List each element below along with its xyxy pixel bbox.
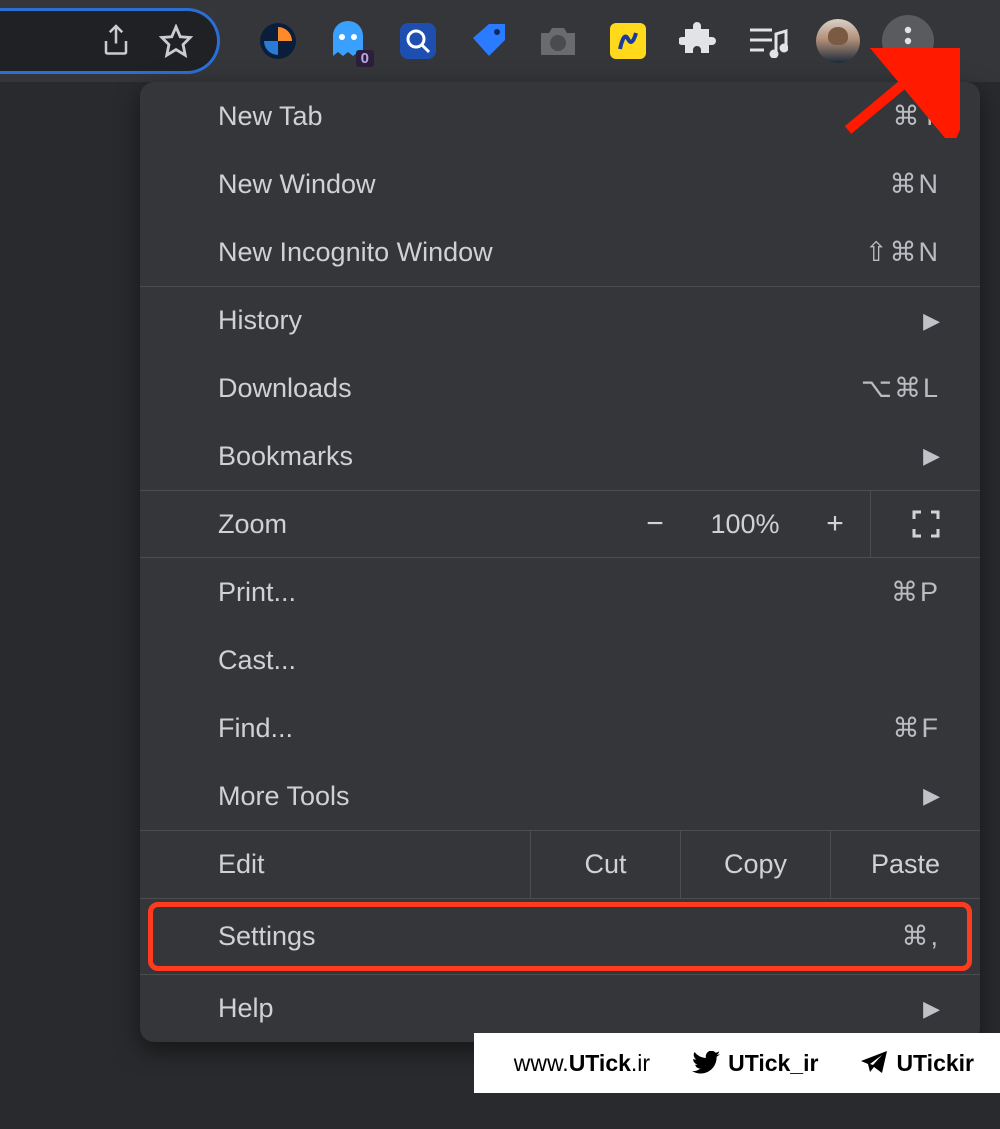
menu-zoom-row: Zoom − 100% + [140,490,980,558]
telegram-icon [860,1050,888,1076]
twitter-icon [692,1051,720,1075]
browser-toolbar: 0 [0,0,1000,82]
menu-label: New Incognito Window [218,237,493,268]
menu-find[interactable]: Find... ⌘F [140,694,980,762]
menu-cast[interactable]: Cast... [140,626,980,694]
menu-label: New Tab [218,101,323,132]
menu-label: Find... [218,713,293,744]
menu-shortcut: ⌥⌘L [861,373,940,404]
menu-label: More Tools [218,781,350,812]
menu-shortcut: ⌘T [893,101,941,132]
menu-shortcut: ⇧⌘N [865,237,940,268]
menu-history[interactable]: History ▶ [140,286,980,354]
menu-label: Downloads [218,373,352,404]
extension-nimbus-icon[interactable] [596,9,660,73]
chevron-right-icon: ▶ [923,996,940,1022]
fullscreen-button[interactable] [870,491,980,557]
menu-more-tools[interactable]: More Tools ▶ [140,762,980,830]
menu-label: Print... [218,577,296,608]
zoom-out-button[interactable]: − [620,507,690,541]
extensions-puzzle-icon[interactable] [666,9,730,73]
menu-settings[interactable]: Settings ⌘, [140,898,980,974]
extension-search-icon[interactable] [386,9,450,73]
menu-help[interactable]: Help ▶ [140,974,980,1042]
extension-ghostery-icon[interactable]: 0 [316,9,380,73]
extension-similarweb-icon[interactable] [246,9,310,73]
edit-cut-button[interactable]: Cut [530,831,680,898]
watermark-telegram: UTickir [860,1050,974,1077]
menu-new-incognito[interactable]: New Incognito Window ⇧⌘N [140,218,980,286]
menu-new-tab[interactable]: New Tab ⌘T [140,82,980,150]
watermark-twitter: UTick_ir [692,1050,818,1077]
chrome-main-menu: New Tab ⌘T New Window ⌘N New Incognito W… [140,82,980,1042]
menu-label: Zoom [140,509,620,540]
star-icon[interactable] [159,24,193,58]
menu-new-window[interactable]: New Window ⌘N [140,150,980,218]
avatar-icon [816,19,860,63]
address-bar-end[interactable] [0,8,220,74]
profile-avatar[interactable] [806,9,870,73]
menu-label: Settings [218,921,316,952]
watermark-bar: www.UTick.ir UTick_ir UTickir [474,1033,1000,1093]
menu-label: Bookmarks [218,441,353,472]
menu-print[interactable]: Print... ⌘P [140,558,980,626]
menu-label: New Window [218,169,376,200]
menu-shortcut: ⌘F [893,713,941,744]
edit-copy-button[interactable]: Copy [680,831,830,898]
menu-label: History [218,305,302,336]
chevron-right-icon: ▶ [923,308,940,334]
menu-edit-row: Edit Cut Copy Paste [140,830,980,898]
watermark-website: www.UTick.ir [514,1050,650,1077]
extension-camera-icon[interactable] [526,9,590,73]
zoom-value: 100% [690,509,800,540]
menu-shortcut: ⌘P [891,577,940,608]
edit-paste-button[interactable]: Paste [830,831,980,898]
chevron-right-icon: ▶ [923,443,940,469]
menu-shortcut: ⌘, [901,921,940,952]
share-icon[interactable] [101,23,131,59]
menu-label: Help [218,993,274,1024]
media-controls-icon[interactable] [736,9,800,73]
menu-label: Cast... [218,645,296,676]
menu-downloads[interactable]: Downloads ⌥⌘L [140,354,980,422]
menu-shortcut: ⌘N [890,169,941,200]
zoom-in-button[interactable]: + [800,507,870,541]
menu-label: Edit [140,831,530,898]
chrome-menu-button[interactable] [876,9,940,73]
menu-bookmarks[interactable]: Bookmarks ▶ [140,422,980,490]
chevron-right-icon: ▶ [923,783,940,809]
extension-badge: 0 [356,50,374,67]
extension-tag-icon[interactable] [456,9,520,73]
